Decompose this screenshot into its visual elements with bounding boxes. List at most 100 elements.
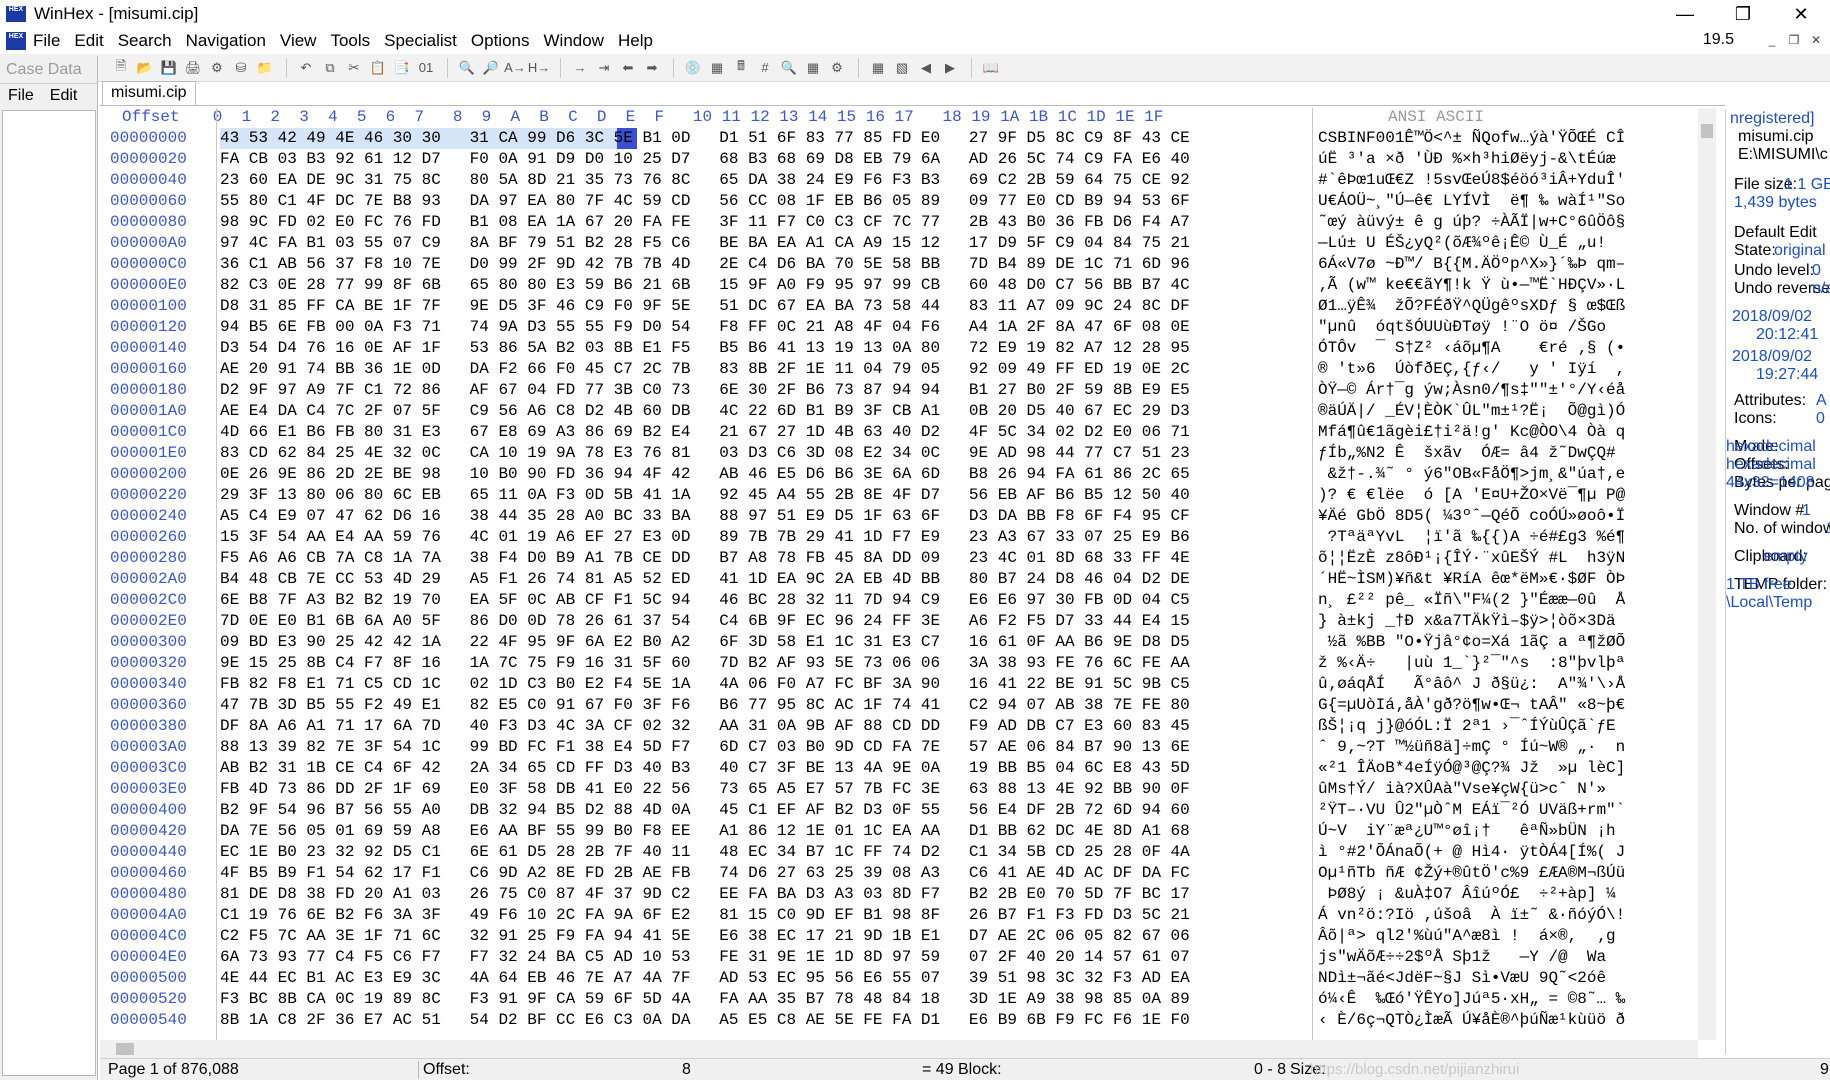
ascii-row[interactable]: «²1 ÎÄoB*4eÍÿÓ@³@Ç?¾ Jž »µ lèC] <box>1318 758 1625 779</box>
ascii-row[interactable]: ûMs†Ý/ ià?XÛAà"Vse¥çW{ü>cˆ N'» <box>1318 779 1625 800</box>
calculator-icon[interactable]: 🖩 <box>730 58 752 78</box>
find-text-icon[interactable]: 🔍 <box>456 58 478 78</box>
ascii-row[interactable]: Âõ|ª> ql2'%ùú"A^æ8ì ! á×®, ‚g <box>1318 926 1625 947</box>
find-hex-icon[interactable]: 🔎 <box>480 58 502 78</box>
hash-icon[interactable]: # <box>754 58 776 78</box>
copy-icon[interactable]: ⧉ <box>319 58 341 78</box>
ascii-row[interactable]: ‹ È/6ç¬QTÒ¿ÌæÃ Ú¥åÈ®^þúÑæ¹kùüö ð <box>1318 1010 1625 1031</box>
ascii-row[interactable]: Á vn²ö:?Iö ,úšoâ À ï±˜ &·ñóýÓ\! <box>1318 905 1625 926</box>
hex-row[interactable]: 6E B8 7F A3 B2 B2 19 70 EA 5F 0C AB CF F… <box>220 590 1190 611</box>
prev-icon[interactable]: ◀ <box>915 58 937 78</box>
ascii-column[interactable]: CSBINF001Ê™Ö<^± ÑQofw…ýà'ŸÕŒÉ CÎ úË ³'a ×… <box>1318 128 1625 1031</box>
hex-row[interactable]: 83 CD 62 84 25 4E 32 0C CA 10 19 9A 78 E… <box>220 443 1190 464</box>
ascii-row[interactable]: } à±kj _†Ð x&a7TÄkŸì–$ÿ>¦òõ×3Dä <box>1318 611 1625 632</box>
ascii-row[interactable]: ˆ 9‚~?T ™½üñ8ä]÷mÇ ° Íú~W® „· n <box>1318 737 1625 758</box>
menu-navigation[interactable]: Navigation <box>179 31 273 51</box>
ascii-row[interactable]: ÞØ8ý ¡ &uÀ‡O7 ÂîúºÓ£ ÷²+àp] ¼ <box>1318 884 1625 905</box>
ascii-row[interactable]: ž %‹Ä÷ |uù 1_`}²¯"^s :8"þvlþª <box>1318 653 1625 674</box>
hex-row[interactable]: 98 9C FD 02 E0 FC 76 FD B1 08 EA 1A 67 2… <box>220 212 1190 233</box>
hex-row[interactable]: D8 31 85 FF CA BE 1F 7F 9E D5 3F 46 C9 F… <box>220 296 1190 317</box>
menu-tools[interactable]: Tools <box>323 31 377 51</box>
hex-row[interactable]: F3 BC 8B CA 0C 19 89 8C F3 91 9F CA 59 6… <box>220 989 1190 1010</box>
menu-specialist[interactable]: Specialist <box>377 31 464 51</box>
ascii-row[interactable]: NDì±¬ãé<JdëF~§J ­Sì•VæU 9Q˜<2ó­ê <box>1318 968 1625 989</box>
hex-row[interactable]: 36 C1 AB 56 37 F8 10 7E D0 99 2F 9D 42 7… <box>220 254 1190 275</box>
hex-row[interactable]: 8B 1A C8 2F 36 E7 AC 51 54 D2 BF CC E6 C… <box>220 1010 1190 1031</box>
undo-icon[interactable]: ↶ <box>295 58 317 78</box>
print-icon[interactable]: 🖨 <box>182 58 204 78</box>
menu-view[interactable]: View <box>273 31 324 51</box>
ascii-row[interactable]: ²ŸT–·VU Û2"µÒˆM EÁï¯²Ó UVäß+rm"` <box>1318 800 1625 821</box>
hex-row[interactable]: 55 80 C1 4F DC 7E B8 93 DA 97 EA 80 7F 4… <box>220 191 1190 212</box>
ascii-row[interactable]: û‚øáqÅÍ Ã°âô^ J ð§ü¿: A"¾'\›Å <box>1318 674 1625 695</box>
hex-row[interactable]: F5 A6 A6 CB 7A C8 1A 7A 38 F4 D0 B9 A1 7… <box>220 548 1190 569</box>
ascii-row[interactable]: ®äÚÄ|/ _ÉV¦ÈÒK`ÛL"m±¹?Ë¡ Õ@gì)Ó <box>1318 401 1625 422</box>
ascii-row[interactable]: úË ³'a ×ð 'ÙÐ %×h³hiØëyj-&\tÉúæ <box>1318 149 1625 170</box>
restore-button[interactable]: ❐ <box>1714 0 1772 28</box>
ascii-row[interactable]: CSBINF001Ê™Ö<^± ÑQofw…ýà'ŸÕŒÉ CÎ <box>1318 128 1625 149</box>
ascii-row[interactable]: ½ã %BB "O•Ÿjâ°¢o=Xá 1ãÇ a ª¶žØÕ <box>1318 632 1626 653</box>
hex-row[interactable]: C1 19 76 6E B2 F6 3A 3F 49 F6 10 2C FA 9… <box>220 905 1190 926</box>
vertical-scrollbar[interactable] <box>1698 108 1716 1040</box>
hex-row[interactable]: 23 60 EA DE 9C 31 75 8C 80 5A 8D 21 35 7… <box>220 170 1190 191</box>
case-menu-file[interactable]: File <box>0 87 42 105</box>
ascii-row[interactable]: "µnû óqtšÓUUùÐTøÿ !¨O ö¤ /ŠGo <box>1318 317 1625 338</box>
menu-edit[interactable]: Edit <box>67 31 110 51</box>
menu-file[interactable]: File <box>26 31 67 51</box>
tab-misumi-cip[interactable]: misumi.cip <box>102 81 196 105</box>
hex-row[interactable]: 88 13 39 82 7E 3F 54 1C 99 BD FC F1 38 E… <box>220 737 1190 758</box>
hex-row[interactable]: 82 C3 0E 28 77 99 8F 6B 65 80 80 E3 59 B… <box>220 275 1190 296</box>
save-icon[interactable]: 💾 <box>158 58 180 78</box>
hex-row[interactable]: 15 3F 54 AA E4 AA 59 76 4C 01 19 A6 EF 2… <box>220 527 1190 548</box>
ascii-row[interactable]: G{=µUòIá‚åÀ'gð?ö¶w•Œ¬ tAÂ" «8~þ€ <box>1318 695 1625 716</box>
hex-row[interactable]: 81 DE D8 38 FD 20 A1 03 26 75 C0 87 4F 3… <box>220 884 1190 905</box>
ascii-row[interactable]: U€ÁOÜ~¸"Ú—ê€ LYÍVÌ ë¶ ‰ wàÍ¹"So <box>1318 191 1625 212</box>
menu-window[interactable]: Window <box>537 31 611 51</box>
settings-icon[interactable]: ⚙ <box>826 58 848 78</box>
grid-icon[interactable]: ▦ <box>867 58 889 78</box>
hex-row[interactable]: EC 1E B0 23 32 92 D5 C1 6E 61 D5 28 2B 7… <box>220 842 1190 863</box>
hex-row[interactable]: 4E 44 EC B1 AC E3 E9 3C 4A 64 EB 46 7E A… <box>220 968 1190 989</box>
hex-row[interactable]: FB 82 F8 E1 71 C5 CD 1C 02 1D C3 B0 E2 F… <box>220 674 1190 695</box>
goto-page-icon[interactable]: ⇥ <box>593 58 615 78</box>
hex-row[interactable]: 29 3F 13 80 06 80 6C EB 65 11 0A F3 0D 5… <box>220 485 1190 506</box>
binary-icon[interactable]: 01 <box>415 58 437 78</box>
ascii-row[interactable]: js"wÄõÆ÷÷2$ºÅ­ Sþ1ž —Y /@ Wa <box>1318 947 1625 968</box>
replace-text-icon[interactable]: A→ <box>504 58 526 78</box>
book-icon[interactable]: 📖 <box>980 58 1002 78</box>
ascii-row[interactable]: ´HË~ÌSM)¥ñ&t ¥RíA êœ*ëM»€·$ØF ÒÞ <box>1318 569 1625 590</box>
vertical-scroll-thumb[interactable] <box>1701 124 1713 138</box>
hex-row[interactable]: AE E4 DA C4 7C 2F 07 5F C9 56 A6 C8 D2 4… <box>220 401 1190 422</box>
hex-row[interactable]: DF 8A A6 A1 71 17 6A 7D 40 F3 D3 4C 3A C… <box>220 716 1190 737</box>
hex-row[interactable]: FB 4D 73 86 DD 2F 1F 69 E0 3F 58 DB 41 E… <box>220 779 1190 800</box>
hex-row[interactable]: 4F B5 B9 F1 54 62 17 F1 C6 9D A2 8E FD 2… <box>220 863 1190 884</box>
offset-header[interactable]: Offset <box>122 108 180 126</box>
doc-close-button[interactable]: ✕ <box>1806 30 1826 50</box>
hex-row[interactable]: 9E 15 25 8B C4 F7 8F 16 1A 7C 75 F9 16 3… <box>220 653 1190 674</box>
hex-row[interactable]: D2 9F 97 A9 7F C1 72 86 AF 67 04 FD 77 3… <box>220 380 1190 401</box>
hex-row[interactable]: C2 F5 7C AA 3E 1F 71 6C 32 91 25 F9 FA 9… <box>220 926 1190 947</box>
hex-row[interactable]: 6A 73 93 77 C4 F5 C6 F7 F7 32 24 BA C5 A… <box>220 947 1190 968</box>
folder-icon[interactable]: 📁 <box>254 58 276 78</box>
hex-column[interactable]: 43 53 42 49 4E 46 30 30 31 CA 99 D6 3C 5… <box>220 128 1190 1031</box>
cut-icon[interactable]: ✂ <box>343 58 365 78</box>
hex-row[interactable]: B4 48 CB 7E CC 53 4D 29 A5 F1 26 74 81 A… <box>220 569 1190 590</box>
menu-options[interactable]: Options <box>464 31 537 51</box>
ascii-row[interactable]: Ú~V iY¨æª¿U™°øî¡† êªÑ»bÜN ¡h <box>1318 821 1625 842</box>
ascii-row[interactable]: ?TªäªYvL ¦ï'ã ‰{{)A ÷é#£g3 %é¶ <box>1318 527 1626 548</box>
ascii-row[interactable]: õ¦¦ËzÈ z8ôÐ¹¡{ÎÝ·¨xûEŠÝ #L h3ÿN <box>1318 548 1625 569</box>
hex-row[interactable]: AB B2 31 1B CE C4 6F 42 2A 34 65 CD FF D… <box>220 758 1190 779</box>
ram-icon[interactable]: ▦ <box>706 58 728 78</box>
ascii-row[interactable]: ÒŸ—© Ár†¯g ýw;Àsn0/¶s‡""±'°/Y‹éå <box>1318 380 1625 401</box>
case-tree[interactable] <box>2 110 96 1076</box>
hex-row[interactable]: AE 20 91 74 BB 36 1E 0D DA F2 66 F0 45 C… <box>220 359 1190 380</box>
ascii-row[interactable]: ‚Ã (w™ ke€€ãY¶!k Ÿ ù•—™Ë`HÐÇV»·L <box>1318 275 1625 296</box>
ascii-row[interactable]: —Lú± U ÉŠ¿yQ²(õÆ¾ºê¡Ê© Ù_É „u! <box>1318 233 1625 254</box>
ascii-row[interactable]: ¥Äé GbÖ 8D5( ¼3ºˆ—QéÕ coÓÚ»øoô•Ï <box>1318 506 1625 527</box>
hex-row[interactable]: 94 B5 6E FB 00 0A F3 71 74 9A D3 55 55 F… <box>220 317 1190 338</box>
paste-icon[interactable]: 📋 <box>367 58 389 78</box>
replace-hex-icon[interactable]: H→ <box>528 58 550 78</box>
hex-row[interactable]: 09 BD E3 90 25 42 42 1A 22 4F 95 9F 6A E… <box>220 632 1190 653</box>
ascii-row[interactable]: ßŠ¦¡q j}@óÓL:Ï 2ª1 ›¯ˆÍÝù­ÛÇã`ƒE <box>1318 716 1625 737</box>
doc-minimize-button[interactable]: _ <box>1762 30 1782 50</box>
